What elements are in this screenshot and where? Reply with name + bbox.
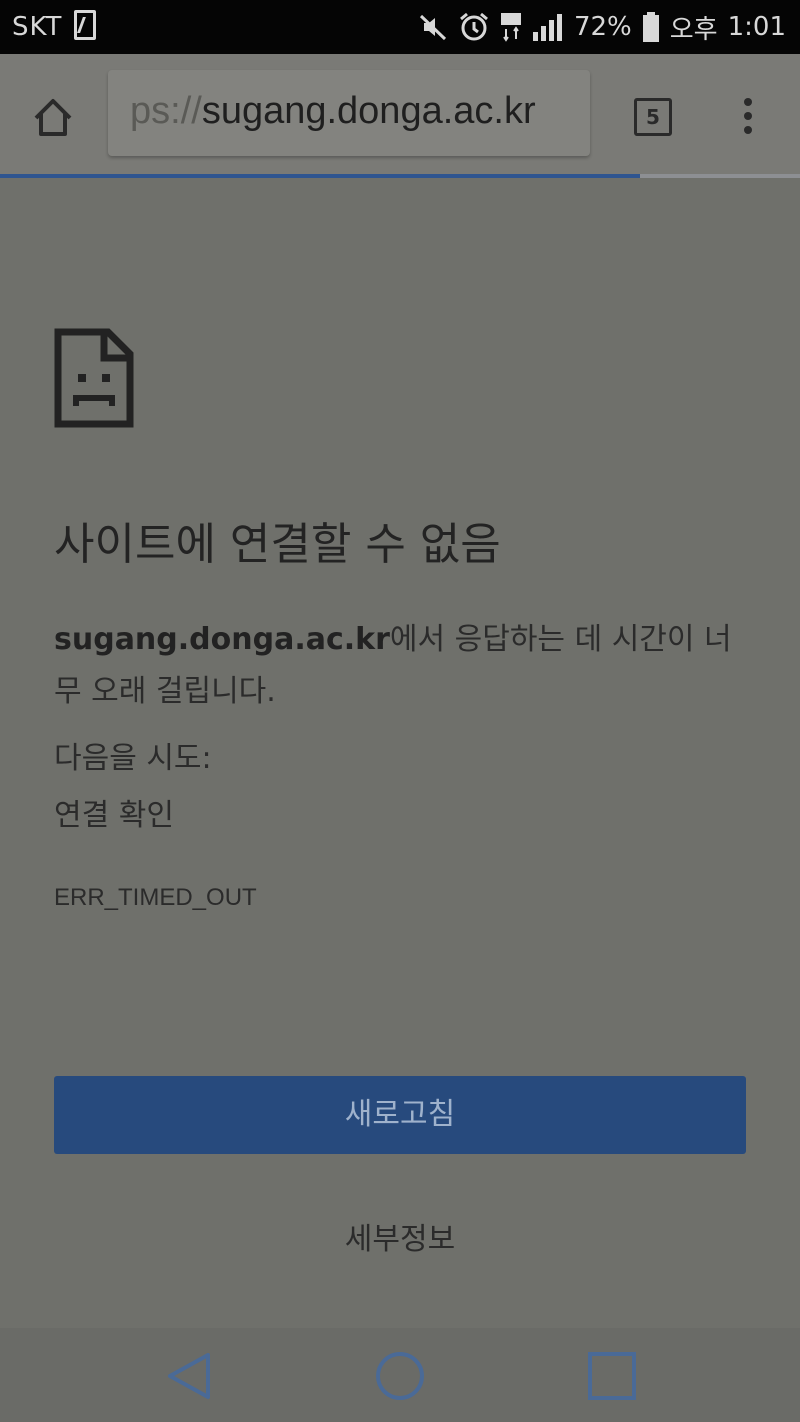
alarm-icon <box>460 12 488 41</box>
error-message: sugang.donga.ac.kr에서 응답하는 데 시간이 너무 오래 걸립… <box>54 614 744 718</box>
address-bar[interactable]: ps://sugang.donga.ac.kr <box>108 70 590 156</box>
home-icon[interactable] <box>30 94 76 140</box>
battery-icon <box>642 12 659 42</box>
error-host: sugang.donga.ac.kr <box>54 622 390 657</box>
browser-toolbar: ps://sugang.donga.ac.kr 5 <box>0 54 800 174</box>
error-title: 사이트에 연결할 수 없음 <box>54 519 501 570</box>
suggestion-item: 연결 확인 <box>54 798 174 833</box>
mute-icon <box>419 14 447 41</box>
url-scheme: ps:// <box>130 90 202 132</box>
error-page: 사이트에 연결할 수 없음 sugang.donga.ac.kr에서 응답하는 … <box>0 178 800 1328</box>
carrier-label: SKT <box>12 12 63 42</box>
error-code: ERR_TIMED_OUT <box>54 884 257 911</box>
suggestions-heading: 다음을 시도: <box>54 741 212 776</box>
tabs-icon[interactable]: 5 <box>634 98 672 136</box>
sad-page-icon <box>54 328 134 428</box>
more-menu-icon[interactable] <box>738 98 758 138</box>
system-nav-bar <box>0 1328 800 1422</box>
status-icons: 72% 오후 1:01 <box>418 8 786 46</box>
signal-icon <box>532 14 562 41</box>
details-button[interactable]: 세부정보 <box>0 1214 800 1258</box>
clock-time: 1:01 <box>727 12 786 42</box>
lte-icon <box>500 13 521 42</box>
recents-icon[interactable] <box>586 1350 638 1402</box>
url-text[interactable]: ps://sugang.donga.ac.kr <box>130 90 536 133</box>
url-host: sugang.donga.ac.kr <box>201 90 536 132</box>
home-circle-icon[interactable] <box>374 1350 426 1402</box>
reload-button[interactable]: 새로고침 <box>54 1076 746 1154</box>
time-ampm: 오후 <box>669 14 718 45</box>
tab-count: 5 <box>646 105 660 129</box>
sim-icon <box>74 10 96 40</box>
status-bar: SKT 72% 오후 1:01 <box>0 0 800 54</box>
battery-percent: 72% <box>573 12 632 42</box>
back-icon[interactable] <box>164 1350 216 1402</box>
